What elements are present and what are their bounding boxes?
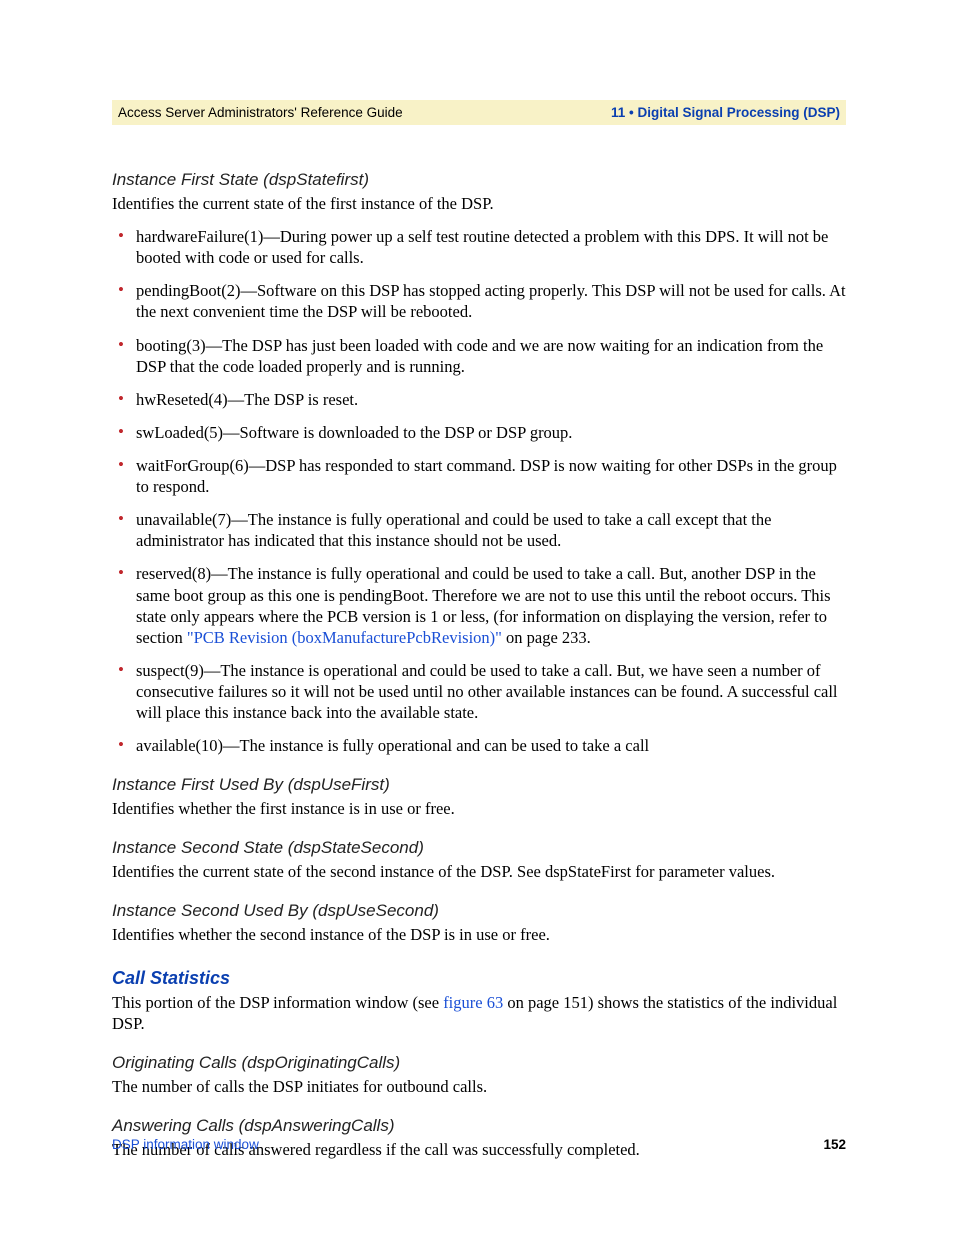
section-instance-second-used-by: Instance Second Used By (dspUseSecond) I…	[112, 900, 846, 945]
body-instance-second-used-by: Identifies whether the second instance o…	[112, 924, 846, 945]
section-call-statistics: Call Statistics This portion of the DSP …	[112, 967, 846, 1034]
page: Access Server Administrators' Reference …	[0, 0, 954, 1235]
list-item: hardwareFailure(1)—During power up a sel…	[136, 226, 846, 268]
heading-answering-calls: Answering Calls (dspAnsweringCalls)	[112, 1115, 846, 1137]
heading-originating-calls: Originating Calls (dspOriginatingCalls)	[112, 1052, 846, 1074]
list-dsp-states: hardwareFailure(1)—During power up a sel…	[112, 226, 846, 756]
body-instance-first-used-by: Identifies whether the first instance is…	[112, 798, 846, 819]
list-item: hwReseted(4)—The DSP is reset.	[136, 389, 846, 410]
footer-section-link[interactable]: DSP information window	[112, 1136, 259, 1153]
heading-instance-second-state: Instance Second State (dspStateSecond)	[112, 837, 846, 859]
section-instance-second-state: Instance Second State (dspStateSecond) I…	[112, 837, 846, 882]
list-item: reserved(8)—The instance is fully operat…	[136, 563, 846, 647]
list-item: booting(3)—The DSP has just been loaded …	[136, 335, 846, 377]
body-originating-calls: The number of calls the DSP initiates fo…	[112, 1076, 846, 1097]
list-item: suspect(9)—The instance is operational a…	[136, 660, 846, 723]
section-instance-first-state: Instance First State (dspStatefirst) Ide…	[112, 169, 846, 756]
header-chapter: 11 • Digital Signal Processing (DSP)	[611, 104, 840, 121]
heading-instance-first-state: Instance First State (dspStatefirst)	[112, 169, 846, 191]
section-instance-first-used-by: Instance First Used By (dspUseFirst) Ide…	[112, 774, 846, 819]
list-item-text-post: on page 233.	[502, 628, 591, 647]
body-call-statistics: This portion of the DSP information wind…	[112, 992, 846, 1034]
heading-instance-first-used-by: Instance First Used By (dspUseFirst)	[112, 774, 846, 796]
list-item: swLoaded(5)—Software is downloaded to th…	[136, 422, 846, 443]
body-instance-second-state: Identifies the current state of the seco…	[112, 861, 846, 882]
call-stats-text-pre: This portion of the DSP information wind…	[112, 993, 443, 1012]
list-item: unavailable(7)—The instance is fully ope…	[136, 509, 846, 551]
link-figure-63-xref[interactable]: figure 63	[443, 993, 503, 1012]
page-number: 152	[823, 1136, 846, 1153]
heading-instance-second-used-by: Instance Second Used By (dspUseSecond)	[112, 900, 846, 922]
page-header: Access Server Administrators' Reference …	[112, 100, 846, 125]
heading-call-statistics: Call Statistics	[112, 967, 846, 990]
list-item: pendingBoot(2)—Software on this DSP has …	[136, 280, 846, 322]
list-item: available(10)—The instance is fully oper…	[136, 735, 846, 756]
intro-instance-first-state: Identifies the current state of the firs…	[112, 193, 846, 214]
section-originating-calls: Originating Calls (dspOriginatingCalls) …	[112, 1052, 846, 1097]
page-footer: DSP information window 152	[112, 1136, 846, 1153]
sections-group: Instance First Used By (dspUseFirst) Ide…	[112, 774, 846, 1160]
list-item: waitForGroup(6)—DSP has responded to sta…	[136, 455, 846, 497]
header-doc-title: Access Server Administrators' Reference …	[118, 104, 403, 121]
link-pcb-revision-xref[interactable]: "PCB Revision (boxManufacturePcbRevision…	[187, 628, 502, 647]
